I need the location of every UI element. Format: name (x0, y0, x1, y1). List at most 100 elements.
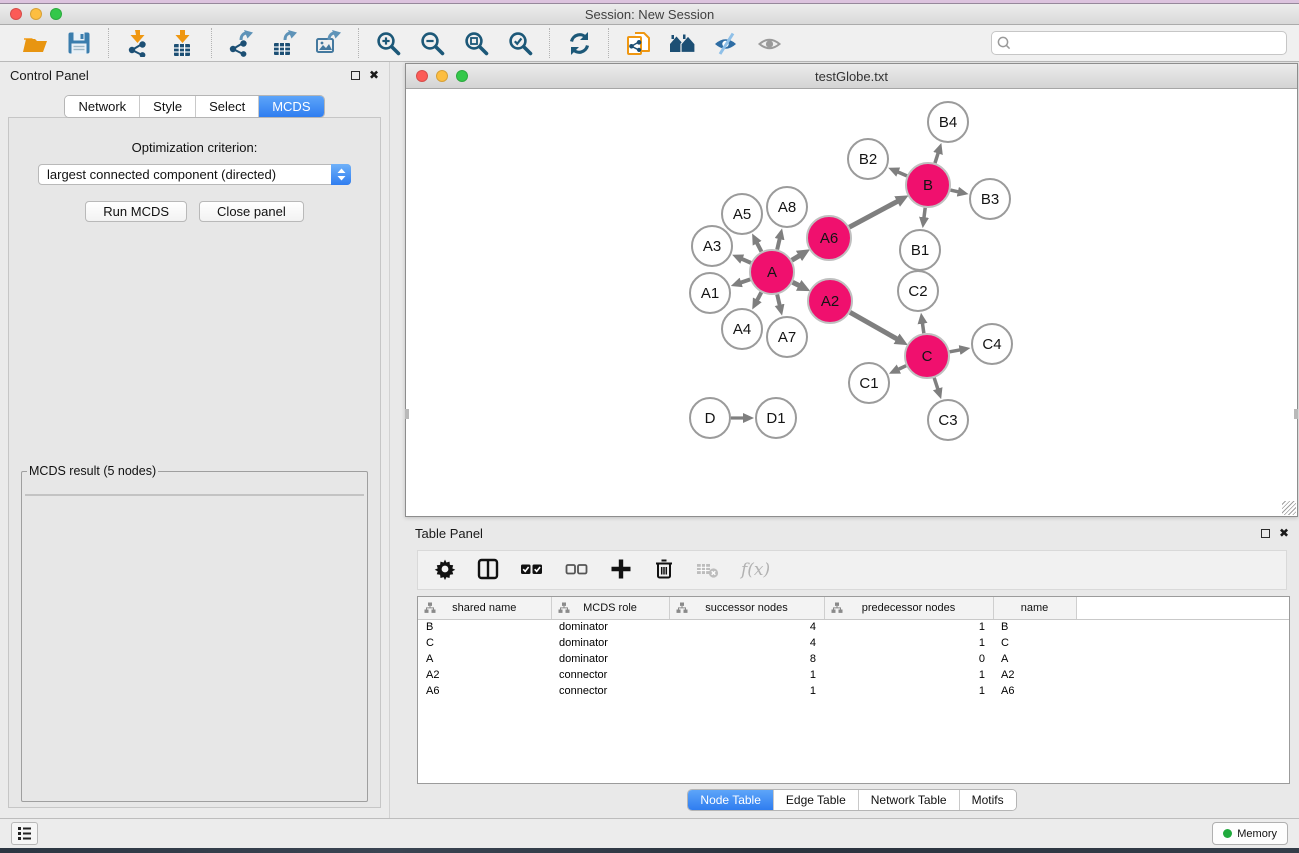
task-history-button[interactable] (11, 822, 38, 845)
table-cell[interactable]: connector (551, 667, 669, 683)
right-resize-handle[interactable] (1294, 409, 1298, 419)
column-header-name[interactable]: name (993, 597, 1076, 619)
export-table-button[interactable] (268, 28, 302, 58)
table-settings-button[interactable] (434, 555, 456, 585)
node-C2[interactable]: C2 (898, 271, 938, 311)
column-layout-button[interactable] (477, 555, 499, 585)
node-D[interactable]: D (690, 398, 730, 438)
table-row[interactable]: Adominator80A (418, 651, 1290, 667)
node-C3[interactable]: C3 (928, 400, 968, 440)
export-image-button[interactable] (312, 28, 346, 58)
node-B2[interactable]: B2 (848, 139, 888, 179)
network-close-button[interactable] (416, 70, 428, 82)
node-A4[interactable]: A4 (722, 309, 762, 349)
zoom-in-button[interactable] (371, 28, 405, 58)
node-B1[interactable]: B1 (900, 230, 940, 270)
table-cell[interactable]: C (418, 635, 551, 651)
criterion-dropdown[interactable]: largest connected component (directed) (38, 164, 351, 185)
node-A5[interactable]: A5 (722, 194, 762, 234)
table-tab-edge-table[interactable]: Edge Table (774, 790, 859, 810)
table-cell[interactable]: 1 (669, 667, 824, 683)
tab-mcds[interactable]: MCDS (259, 96, 323, 117)
table-cell[interactable]: A6 (993, 683, 1076, 699)
table-cell[interactable]: A2 (993, 667, 1076, 683)
network-zoom-button[interactable] (456, 70, 468, 82)
duplicate-network-button[interactable] (621, 28, 655, 58)
import-table-button[interactable] (165, 28, 199, 58)
table-cell[interactable]: connector (551, 683, 669, 699)
close-panel-icon[interactable]: ✖ (369, 69, 379, 81)
table-tab-network-table[interactable]: Network Table (859, 790, 960, 810)
table-cell[interactable]: C (993, 635, 1076, 651)
node-A1[interactable]: A1 (690, 273, 730, 313)
table-cell[interactable]: A (993, 651, 1076, 667)
node-A8[interactable]: A8 (767, 187, 807, 227)
node-A6[interactable]: A6 (807, 216, 851, 260)
export-network-button[interactable] (224, 28, 258, 58)
zoom-selected-button[interactable] (503, 28, 537, 58)
node-B4[interactable]: B4 (928, 102, 968, 142)
search-input[interactable] (991, 31, 1287, 55)
left-resize-handle[interactable] (405, 409, 409, 419)
float-panel-icon[interactable] (351, 71, 360, 80)
save-session-button[interactable] (62, 28, 96, 58)
node-C1[interactable]: C1 (849, 363, 889, 403)
table-cell[interactable]: 4 (669, 635, 824, 651)
add-column-button[interactable] (610, 555, 632, 585)
minimize-window-button[interactable] (30, 8, 42, 20)
tab-style[interactable]: Style (140, 96, 196, 117)
table-cell[interactable]: 0 (824, 651, 993, 667)
table-cell[interactable]: 1 (824, 619, 993, 635)
node-C4[interactable]: C4 (972, 324, 1012, 364)
table-cell[interactable]: dominator (551, 651, 669, 667)
table-row[interactable]: A6connector11A6 (418, 683, 1290, 699)
column-header-MCDS-role[interactable]: MCDS role (551, 597, 669, 619)
table-cell[interactable]: A2 (418, 667, 551, 683)
node-A2[interactable]: A2 (808, 279, 852, 323)
node-C[interactable]: C (905, 334, 949, 378)
node-B3[interactable]: B3 (970, 179, 1010, 219)
table-cell[interactable]: 4 (669, 619, 824, 635)
close-window-button[interactable] (10, 8, 22, 20)
unselect-all-columns-button[interactable] (565, 555, 589, 585)
table-cell[interactable]: dominator (551, 635, 669, 651)
table-cell[interactable]: A6 (418, 683, 551, 699)
column-header-successor-nodes[interactable]: successor nodes (669, 597, 824, 619)
table-cell[interactable]: B (993, 619, 1076, 635)
node-A3[interactable]: A3 (692, 226, 732, 266)
zoom-window-button[interactable] (50, 8, 62, 20)
table-cell[interactable]: 1 (824, 683, 993, 699)
table-cell[interactable]: 1 (824, 635, 993, 651)
network-minimize-button[interactable] (436, 70, 448, 82)
delete-column-button[interactable] (653, 555, 675, 585)
corner-resize-grip[interactable] (1282, 501, 1296, 515)
table-cell[interactable]: 8 (669, 651, 824, 667)
home-view-button[interactable] (665, 28, 699, 58)
show-graphics-details-button[interactable] (753, 28, 787, 58)
close-table-panel-icon[interactable]: ✖ (1279, 527, 1289, 539)
node-B[interactable]: B (906, 163, 950, 207)
table-row[interactable]: Bdominator41B (418, 619, 1290, 635)
node-A[interactable]: A (750, 250, 794, 294)
table-cell[interactable]: dominator (551, 619, 669, 635)
node-A7[interactable]: A7 (767, 317, 807, 357)
node-D1[interactable]: D1 (756, 398, 796, 438)
refresh-button[interactable] (562, 28, 596, 58)
zoom-out-button[interactable] (415, 28, 449, 58)
open-session-button[interactable] (18, 28, 52, 58)
tab-network[interactable]: Network (65, 96, 140, 117)
hide-graphics-details-button[interactable] (709, 28, 743, 58)
table-tab-motifs[interactable]: Motifs (960, 790, 1016, 810)
table-tab-node-table[interactable]: Node Table (688, 790, 774, 810)
column-header-predecessor-nodes[interactable]: predecessor nodes (824, 597, 993, 619)
network-canvas[interactable]: B4 B2 B B3 A5A8A6 B1 A3 A C2 A1 A2 A4A7 C4 C C1 D D1 C3 (406, 89, 1297, 515)
run-mcds-button[interactable]: Run MCDS (85, 201, 187, 222)
zoom-fit-button[interactable] (459, 28, 493, 58)
float-table-panel-icon[interactable] (1261, 529, 1270, 538)
table-cell[interactable]: 1 (669, 683, 824, 699)
select-all-columns-button[interactable] (520, 555, 544, 585)
close-panel-button[interactable]: Close panel (199, 201, 304, 222)
table-row[interactable]: A2connector11A2 (418, 667, 1290, 683)
mcds-result-item[interactable]: A2 (26, 495, 363, 496)
table-cell[interactable]: B (418, 619, 551, 635)
